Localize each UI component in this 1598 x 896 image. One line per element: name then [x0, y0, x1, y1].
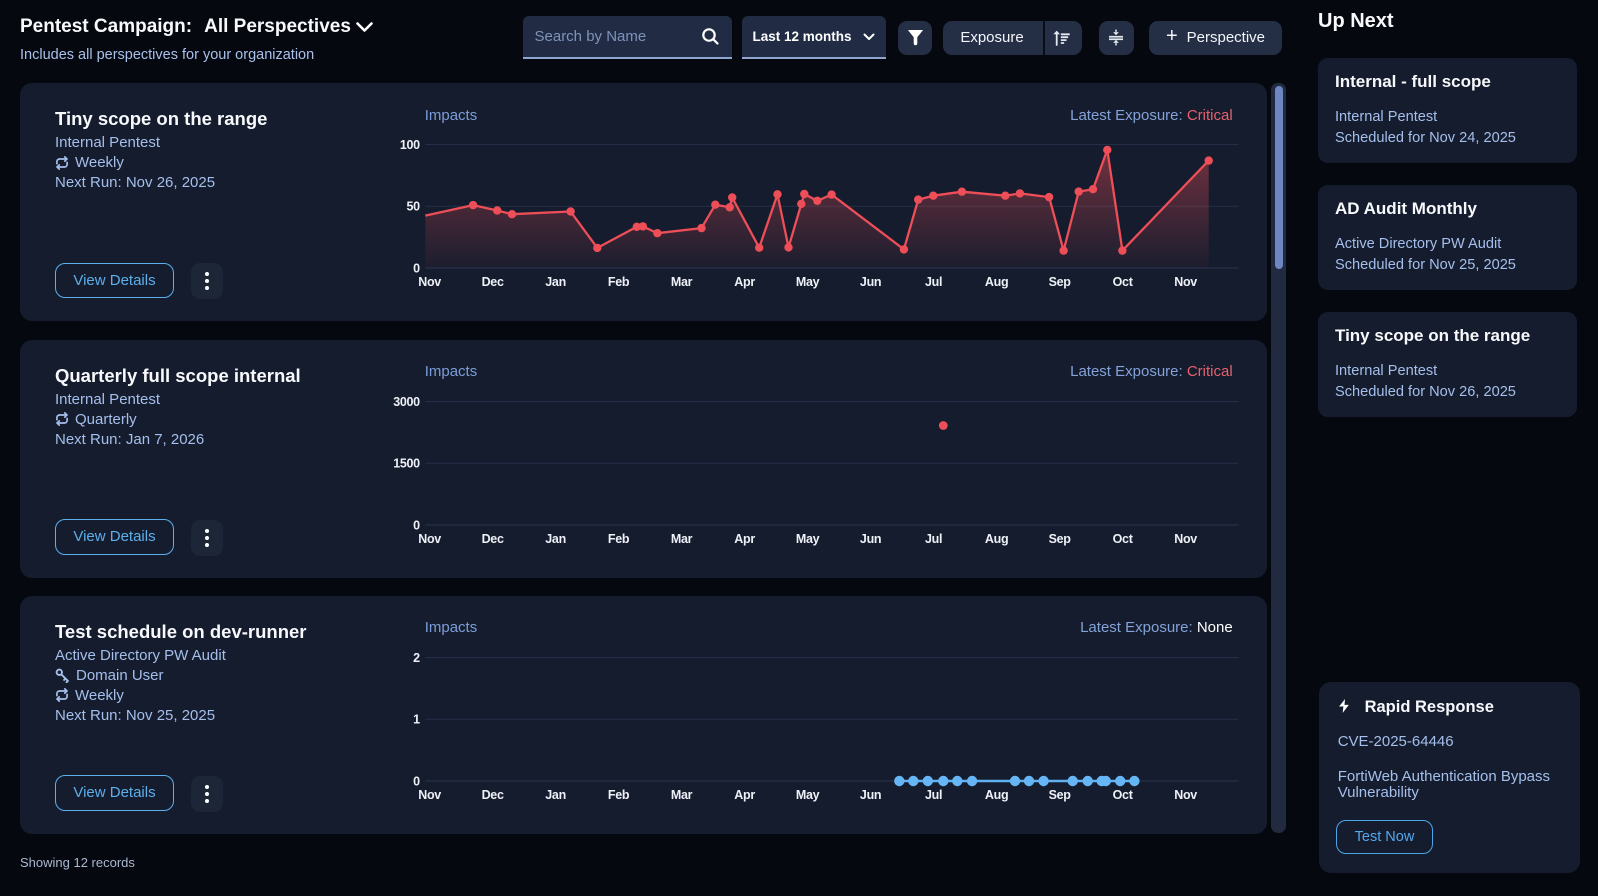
svg-text:0: 0	[413, 518, 420, 532]
svg-text:Apr: Apr	[734, 275, 755, 289]
svg-text:May: May	[796, 788, 820, 802]
svg-text:Jun: Jun	[860, 275, 881, 289]
svg-text:50: 50	[406, 200, 420, 214]
svg-text:Mar: Mar	[671, 275, 693, 289]
svg-text:Aug: Aug	[985, 788, 1008, 802]
svg-text:1500: 1500	[393, 456, 420, 470]
svg-text:Oct: Oct	[1112, 532, 1133, 546]
svg-text:Jan: Jan	[545, 275, 566, 289]
svg-text:Jul: Jul	[925, 532, 942, 546]
svg-text:Jan: Jan	[545, 532, 566, 546]
svg-text:Sep: Sep	[1048, 532, 1071, 546]
svg-text:Aug: Aug	[985, 532, 1008, 546]
svg-text:1: 1	[413, 712, 420, 726]
svg-text:Sep: Sep	[1048, 275, 1071, 289]
svg-text:May: May	[796, 275, 820, 289]
svg-text:Dec: Dec	[481, 532, 503, 546]
svg-text:Mar: Mar	[671, 788, 693, 802]
svg-text:Aug: Aug	[985, 275, 1008, 289]
svg-text:Jun: Jun	[860, 788, 881, 802]
svg-text:2: 2	[413, 650, 420, 664]
svg-text:Sep: Sep	[1048, 788, 1071, 802]
svg-text:Feb: Feb	[608, 788, 630, 802]
svg-text:0: 0	[413, 774, 420, 788]
svg-text:Dec: Dec	[481, 275, 503, 289]
svg-text:Jun: Jun	[860, 532, 881, 546]
svg-text:Feb: Feb	[608, 532, 630, 546]
svg-text:Jul: Jul	[925, 788, 942, 802]
svg-text:Nov: Nov	[418, 532, 441, 546]
svg-text:Jan: Jan	[545, 788, 566, 802]
svg-text:100: 100	[400, 138, 420, 152]
svg-text:Oct: Oct	[1112, 788, 1133, 802]
svg-text:Mar: Mar	[671, 532, 693, 546]
svg-text:Apr: Apr	[734, 532, 755, 546]
svg-text:3000: 3000	[393, 394, 420, 408]
svg-text:Dec: Dec	[481, 788, 503, 802]
svg-text:May: May	[796, 532, 820, 546]
svg-text:Nov: Nov	[1174, 532, 1197, 546]
svg-text:0: 0	[413, 261, 420, 275]
svg-text:Feb: Feb	[608, 275, 630, 289]
svg-text:Nov: Nov	[418, 275, 441, 289]
svg-text:Nov: Nov	[418, 788, 441, 802]
svg-text:Nov: Nov	[1174, 275, 1197, 289]
svg-text:Jul: Jul	[925, 275, 942, 289]
svg-text:Apr: Apr	[734, 788, 755, 802]
svg-text:Oct: Oct	[1112, 275, 1133, 289]
svg-text:Nov: Nov	[1174, 788, 1197, 802]
